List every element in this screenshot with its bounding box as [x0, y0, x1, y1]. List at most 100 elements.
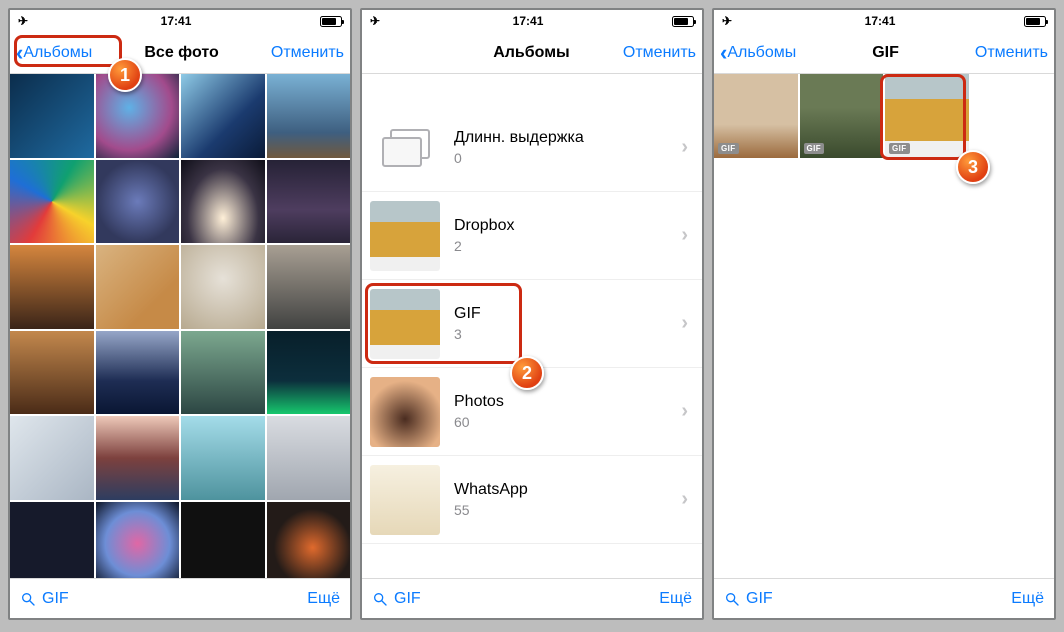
album-row-long-exposure[interactable]: Длинн. выдержка 0 › — [362, 104, 702, 192]
gif-badge: GIF — [804, 143, 825, 154]
photo-grid[interactable] — [10, 74, 350, 578]
screen-albums: ✈︎ 17:41 Альбомы Отменить Длинн. выдержк… — [360, 8, 704, 620]
album-thumb — [370, 465, 440, 535]
step-badge-2: 2 — [510, 356, 544, 390]
search-icon — [724, 591, 740, 607]
battery-icon — [320, 16, 342, 27]
album-thumb — [370, 201, 440, 271]
back-label: Альбомы — [727, 44, 796, 62]
album-name: GIF — [454, 305, 681, 323]
status-time: 17:41 — [384, 14, 672, 28]
album-count: 3 — [454, 326, 681, 342]
more-button[interactable]: Ещё — [659, 590, 692, 608]
photo-thumb[interactable] — [181, 245, 265, 329]
photo-thumb[interactable] — [10, 416, 94, 500]
cancel-button[interactable]: Отменить — [623, 44, 696, 62]
album-row-whatsapp[interactable]: WhatsApp 55 › — [362, 456, 702, 544]
photo-thumb[interactable] — [181, 331, 265, 415]
photo-thumb[interactable] — [96, 416, 180, 500]
airplane-icon: ✈︎ — [722, 14, 732, 28]
search-icon — [372, 591, 388, 607]
status-bar: ✈︎ 17:41 — [362, 10, 702, 32]
step-badge-1: 1 — [108, 58, 142, 92]
photo-thumb[interactable] — [267, 416, 351, 500]
back-button-albums[interactable]: ‹ Альбомы — [16, 42, 92, 64]
album-list[interactable]: Длинн. выдержка 0 › Dropbox 2 › — [362, 74, 702, 578]
status-bar: ✈︎ 17:41 — [10, 10, 350, 32]
airplane-icon: ✈︎ — [18, 14, 28, 28]
bottom-bar: GIF Ещё — [10, 578, 350, 618]
page-title: GIF — [796, 44, 975, 62]
photo-thumb[interactable] — [10, 331, 94, 415]
search-gif-button[interactable]: GIF — [20, 590, 69, 608]
bottom-bar: GIF Ещё — [714, 578, 1054, 618]
photo-thumb[interactable] — [267, 160, 351, 244]
screen-gif-album: ✈︎ 17:41 ‹ Альбомы GIF Отменить GIF — [712, 8, 1056, 620]
photo-thumb[interactable] — [267, 502, 351, 579]
search-gif-label: GIF — [42, 590, 69, 608]
search-gif-button[interactable]: GIF — [724, 590, 773, 608]
album-name: Длинн. выдержка — [454, 129, 681, 147]
status-time: 17:41 — [32, 14, 320, 28]
photo-thumb[interactable] — [10, 74, 94, 158]
back-button-albums[interactable]: ‹ Альбомы — [720, 42, 796, 64]
album-count: 60 — [454, 414, 681, 430]
search-gif-button[interactable]: GIF — [372, 590, 421, 608]
album-thumb — [370, 289, 440, 359]
chevron-right-icon: › — [681, 136, 688, 159]
battery-icon — [1024, 16, 1046, 27]
photo-thumb[interactable] — [181, 160, 265, 244]
navbar: ‹ Альбомы Все фото Отменить 1 — [10, 32, 350, 74]
album-name: WhatsApp — [454, 481, 681, 499]
album-count: 55 — [454, 502, 681, 518]
chevron-right-icon: › — [681, 400, 688, 423]
photo-thumb[interactable] — [10, 502, 94, 579]
status-time: 17:41 — [736, 14, 1024, 28]
photo-thumb[interactable] — [96, 245, 180, 329]
gif-badge: GIF — [889, 143, 910, 154]
album-thumb — [370, 113, 440, 183]
photo-thumb[interactable] — [181, 416, 265, 500]
album-name: Photos — [454, 393, 681, 411]
battery-icon — [672, 16, 694, 27]
cancel-button[interactable]: Отменить — [975, 44, 1048, 62]
search-gif-label: GIF — [746, 590, 773, 608]
gif-grid[interactable]: GIF GIF GIF 3 — [714, 74, 1054, 578]
gif-thumb[interactable]: GIF — [800, 74, 884, 158]
page-title: Альбомы — [440, 44, 623, 62]
photo-thumb[interactable] — [10, 245, 94, 329]
chevron-right-icon: › — [681, 312, 688, 335]
status-bar: ✈︎ 17:41 — [714, 10, 1054, 32]
back-label: Альбомы — [23, 44, 92, 62]
photo-thumb[interactable] — [267, 245, 351, 329]
photo-thumb[interactable] — [181, 74, 265, 158]
more-button[interactable]: Ещё — [307, 590, 340, 608]
chevron-right-icon: › — [681, 488, 688, 511]
gif-empty-slot — [971, 74, 1055, 158]
gif-badge: GIF — [718, 143, 739, 154]
chevron-left-icon: ‹ — [16, 42, 23, 64]
chevron-right-icon: › — [681, 224, 688, 247]
airplane-icon: ✈︎ — [370, 14, 380, 28]
photo-thumb[interactable] — [96, 502, 180, 579]
search-icon — [20, 591, 36, 607]
album-name: Dropbox — [454, 217, 681, 235]
photo-thumb[interactable] — [96, 160, 180, 244]
album-row-gif[interactable]: GIF 3 › — [362, 280, 702, 368]
photo-thumb[interactable] — [267, 74, 351, 158]
album-count: 2 — [454, 238, 681, 254]
step-badge-3: 3 — [956, 150, 990, 184]
album-thumb — [370, 377, 440, 447]
photo-thumb[interactable] — [181, 502, 265, 579]
gif-thumb[interactable]: GIF — [885, 74, 969, 158]
gif-thumb[interactable]: GIF — [714, 74, 798, 158]
album-row-dropbox[interactable]: Dropbox 2 › — [362, 192, 702, 280]
search-gif-label: GIF — [394, 590, 421, 608]
photo-thumb[interactable] — [10, 160, 94, 244]
navbar: ‹ Альбомы GIF Отменить — [714, 32, 1054, 74]
cancel-button[interactable]: Отменить — [271, 44, 344, 62]
photo-thumb[interactable] — [96, 331, 180, 415]
more-button[interactable]: Ещё — [1011, 590, 1044, 608]
photo-thumb[interactable] — [267, 331, 351, 415]
album-count: 0 — [454, 150, 681, 166]
